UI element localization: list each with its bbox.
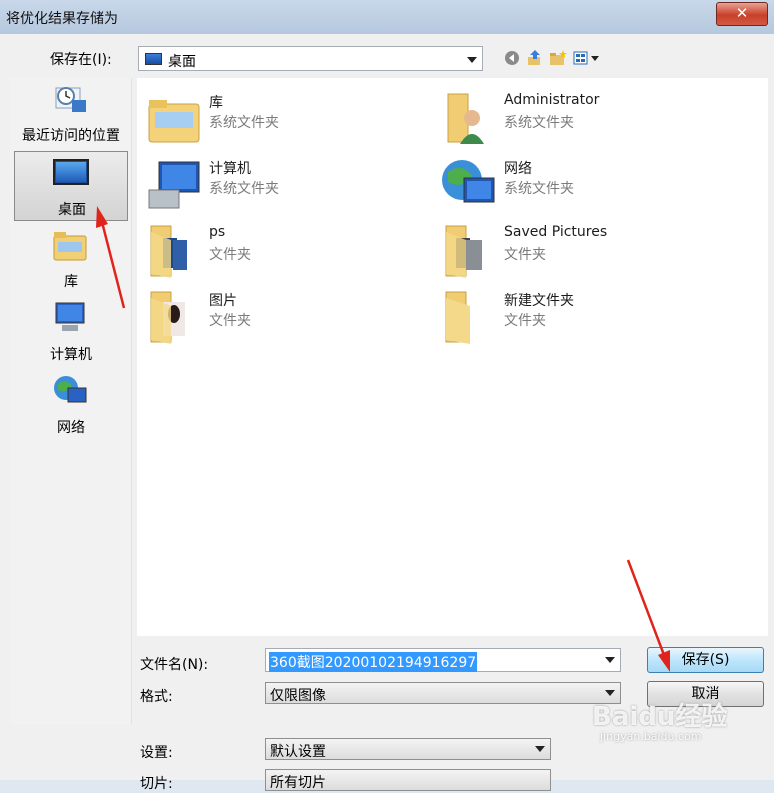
watermark-logo: Baidu经验 — [592, 702, 728, 732]
watermark-url: jingyan.baidu.com — [600, 730, 702, 743]
annotation-arrows — [96, 206, 670, 672]
arrow-to-desktop — [100, 221, 126, 309]
arrow-to-save — [626, 559, 666, 656]
arrowhead-icon — [96, 206, 108, 228]
arrowhead-icon — [658, 650, 670, 672]
